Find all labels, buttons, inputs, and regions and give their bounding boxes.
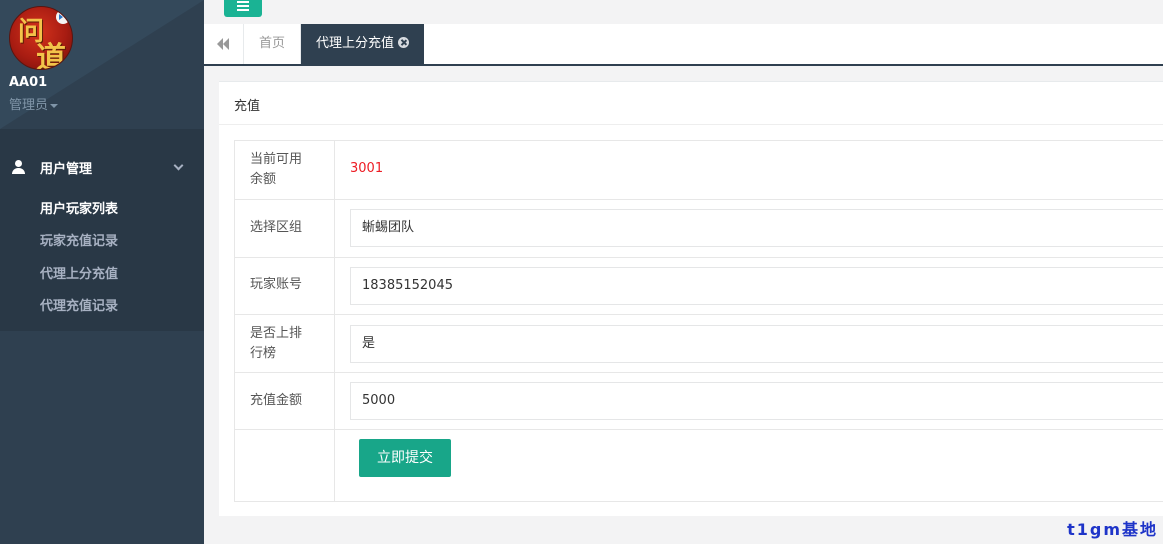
sidebar: 问 道 AA01 管理员 用户管理 用户玩家列表 玩家充值记录 代理上分充值 代… [0, 0, 204, 544]
caret-down-icon [50, 103, 59, 108]
group-select[interactable]: 蜥蜴团队 [350, 209, 1163, 247]
role-dropdown[interactable]: 管理员 [9, 94, 59, 113]
recharge-form: 当前可用 余额 3001 选择区组 蜥蜴团队 玩家账号 18385152045 … [234, 140, 1163, 502]
form-row-account: 玩家账号 18385152045 [235, 258, 1163, 315]
avatar-badge-icon [56, 10, 70, 24]
form-label-cell: 选择区组 [235, 200, 335, 257]
tab-home[interactable]: 首页 [244, 24, 301, 64]
form-label-cell: 充值金额 [235, 373, 335, 429]
sidebar-item-player-recharge-log[interactable]: 玩家充值记录 [40, 230, 118, 249]
close-icon[interactable] [398, 37, 410, 48]
avatar-logo-char: 道 [36, 41, 66, 70]
ranking-label-line2: 行榜 [250, 346, 277, 361]
submit-button[interactable]: 立即提交 [359, 439, 451, 477]
account-label: 玩家账号 [250, 277, 303, 292]
form-row-ranking: 是否上排 行榜 是 [235, 315, 1163, 373]
tab-label: 代理上分充值 [316, 36, 395, 51]
sidebar-group-user-management[interactable]: 用户管理 [0, 145, 204, 189]
profile-panel: 问 道 AA01 管理员 [0, 0, 204, 129]
menu-toggle-button[interactable] [224, 0, 262, 17]
user-icon [12, 160, 26, 174]
amount-input[interactable]: 5000 [350, 382, 1163, 420]
tab-scroll-left-button[interactable] [204, 24, 244, 64]
form-label-cell [235, 430, 335, 502]
sidebar-group-label: 用户管理 [40, 162, 93, 177]
ranking-label-line1: 是否上排 [250, 326, 303, 341]
form-label-cell: 玩家账号 [235, 258, 335, 314]
recharge-panel: 充值 当前可用 余额 3001 选择区组 蜥蜴团队 玩家账号 183851520… [219, 81, 1163, 516]
sidebar-item-agent-recharge[interactable]: 代理上分充值 [40, 263, 118, 282]
sidebar-item-agent-recharge-log[interactable]: 代理充值记录 [40, 295, 118, 314]
panel-title: 充值 [234, 99, 261, 114]
panel-divider [219, 124, 1163, 125]
role-label: 管理员 [9, 98, 49, 113]
sidebar-item-player-list[interactable]: 用户玩家列表 [40, 198, 118, 217]
amount-label: 充值金额 [250, 393, 303, 408]
form-row-group: 选择区组 蜥蜴团队 [235, 200, 1163, 258]
balance-label-line2: 余额 [250, 172, 277, 187]
top-navbar [204, 0, 1163, 24]
username: AA01 [9, 75, 48, 90]
balance-label-line1: 当前可用 [250, 152, 303, 167]
group-label: 选择区组 [250, 220, 303, 235]
form-label-cell: 当前可用 余额 [235, 141, 335, 199]
page-tabs: 首页 代理上分充值 [204, 24, 1163, 66]
balance-value: 3001 [350, 161, 384, 176]
tab-agent-recharge[interactable]: 代理上分充值 [301, 24, 424, 64]
form-label-cell: 是否上排 行榜 [235, 315, 335, 372]
sidebar-divider [0, 129, 204, 145]
avatar[interactable]: 问 道 [9, 6, 73, 70]
account-input[interactable]: 18385152045 [350, 267, 1163, 305]
chevron-down-icon [173, 160, 184, 171]
double-arrow-left-icon [223, 38, 229, 50]
sidebar-menu: 用户管理 用户玩家列表 玩家充值记录 代理上分充值 代理充值记录 [0, 145, 204, 331]
hamburger-icon [237, 5, 249, 7]
ranking-select[interactable]: 是 [350, 325, 1163, 363]
watermark: t1gm基地 [1067, 520, 1158, 539]
form-row-amount: 充值金额 5000 [235, 373, 1163, 430]
form-row-balance: 当前可用 余额 3001 [235, 141, 1163, 200]
